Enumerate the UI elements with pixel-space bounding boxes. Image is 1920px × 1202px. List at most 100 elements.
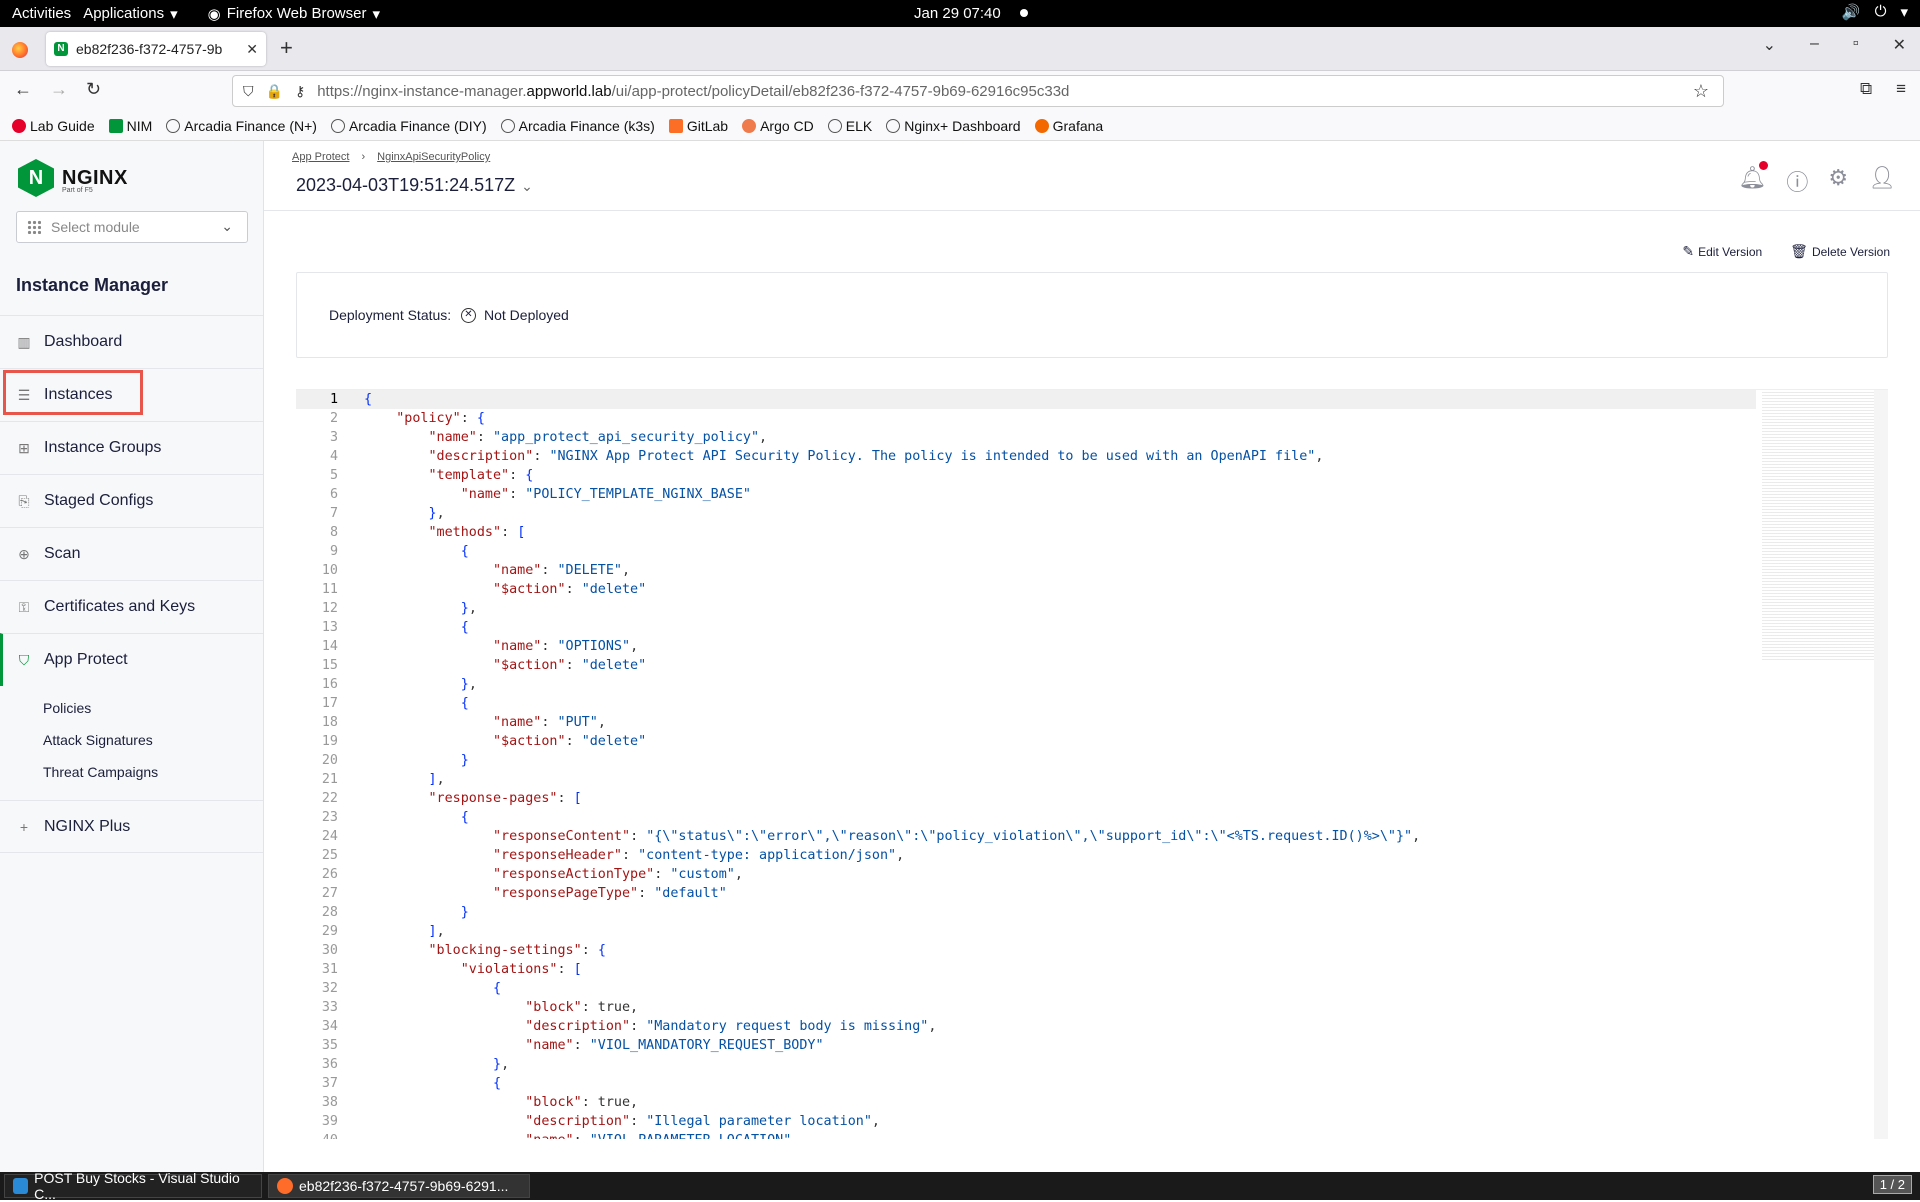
sidebar-item-dashboard[interactable]: ▥ Dashboard bbox=[0, 315, 263, 368]
edit-version-button[interactable]: ✎ Edit Version bbox=[1682, 243, 1762, 260]
code-line[interactable]: 19 "$action": "delete" bbox=[296, 732, 1756, 751]
code-line[interactable]: 39 "description": "Illegal parameter loc… bbox=[296, 1112, 1756, 1131]
code-line[interactable]: 33 "block": true, bbox=[296, 998, 1756, 1017]
code-line[interactable]: 5 "template": { bbox=[296, 466, 1756, 485]
taskbar-firefox[interactable]: eb82f236-f372-4757-9b69-6291... bbox=[268, 1174, 530, 1198]
code-line[interactable]: 23 { bbox=[296, 808, 1756, 827]
list-tabs-icon[interactable]: ⌄ bbox=[1763, 35, 1776, 55]
bookmark-nginx-dashboard[interactable]: Nginx+ Dashboard bbox=[886, 118, 1021, 134]
code-line[interactable]: 10 "name": "DELETE", bbox=[296, 561, 1756, 580]
code-line[interactable]: 6 "name": "POLICY_TEMPLATE_NGINX_BASE" bbox=[296, 485, 1756, 504]
code-line[interactable]: 4 "description": "NGINX App Protect API … bbox=[296, 447, 1756, 466]
code-line[interactable]: 35 "name": "VIOL_MANDATORY_REQUEST_BODY" bbox=[296, 1036, 1756, 1055]
maximize-icon[interactable]: ▫ bbox=[1853, 35, 1859, 55]
new-tab-button[interactable]: + bbox=[280, 35, 293, 61]
sidebar-item-staged-configs[interactable]: ⎘ Staged Configs bbox=[0, 474, 263, 527]
code-line[interactable]: 31 "violations": [ bbox=[296, 960, 1756, 979]
bookmark-grafana[interactable]: Grafana bbox=[1034, 118, 1103, 134]
code-line[interactable]: 16 }, bbox=[296, 675, 1756, 694]
sidebar-item-scan[interactable]: ⊕ Scan bbox=[0, 527, 263, 580]
firefox-view-icon[interactable] bbox=[12, 42, 28, 58]
lock-icon[interactable]: 🔒 bbox=[266, 83, 283, 100]
code-line[interactable]: 21 ], bbox=[296, 770, 1756, 789]
taskbar-vscode[interactable]: POST Buy Stocks - Visual Studio C... bbox=[4, 1170, 262, 1202]
code-line[interactable]: 14 "name": "OPTIONS", bbox=[296, 637, 1756, 656]
version-selector[interactable]: 2023-04-03T19:51:24.517Z ⌄ bbox=[296, 175, 533, 196]
url-bar[interactable]: ⛉ 🔒 ⚷ https://nginx-instance-manager. appwo… bbox=[232, 75, 1724, 107]
code-line[interactable]: 2 "policy": { bbox=[296, 409, 1756, 428]
close-icon[interactable]: ✕ bbox=[246, 41, 258, 58]
activities-button[interactable]: Activities bbox=[12, 5, 71, 22]
code-line[interactable]: 32 { bbox=[296, 979, 1756, 998]
reload-icon[interactable]: ↻ bbox=[86, 79, 101, 100]
code-line[interactable]: 15 "$action": "delete" bbox=[296, 656, 1756, 675]
code-line[interactable]: 36 }, bbox=[296, 1055, 1756, 1074]
code-line[interactable]: 13 { bbox=[296, 618, 1756, 637]
bookmark-elk[interactable]: ELK bbox=[827, 118, 872, 134]
code-line[interactable]: 28 } bbox=[296, 903, 1756, 922]
code-line[interactable]: 17 { bbox=[296, 694, 1756, 713]
gear-icon[interactable]: ⚙ bbox=[1828, 165, 1848, 197]
bookmark-arcadia-nplus[interactable]: Arcadia Finance (N+) bbox=[166, 118, 317, 134]
workspace-pager[interactable]: 1 / 2 bbox=[1872, 1175, 1912, 1194]
code-line[interactable]: 3 "name": "app_protect_api_security_poli… bbox=[296, 428, 1756, 447]
shield-icon[interactable]: ⛉ bbox=[243, 83, 254, 100]
forward-icon[interactable]: → bbox=[50, 79, 68, 100]
back-icon[interactable]: ← bbox=[14, 79, 32, 100]
applications-menu[interactable]: Applications ▾ bbox=[83, 5, 177, 23]
sidebar-subitem-policies[interactable]: Policies bbox=[0, 692, 263, 724]
code-line[interactable]: 20 } bbox=[296, 751, 1756, 770]
code-line[interactable]: 27 "responsePageType": "default" bbox=[296, 884, 1756, 903]
code-line[interactable]: 38 "block": true, bbox=[296, 1093, 1756, 1112]
sidebar-item-instances[interactable]: ☰ Instances bbox=[0, 368, 263, 421]
editor-minimap[interactable] bbox=[1762, 390, 1874, 660]
code-line[interactable]: 25 "responseHeader": "content-type: appl… bbox=[296, 846, 1756, 865]
close-window-icon[interactable]: ✕ bbox=[1893, 35, 1906, 55]
bookmark-nim[interactable]: NIM bbox=[108, 118, 152, 134]
bookmark-arcadia-k3s[interactable]: Arcadia Finance (k3s) bbox=[500, 118, 655, 134]
browser-app-menu[interactable]: ◉ Firefox Web Browser ▾ bbox=[208, 5, 380, 23]
permissions-icon[interactable]: ⚷ bbox=[295, 83, 305, 100]
clock[interactable]: Jan 29 07:40 bbox=[914, 5, 1001, 22]
code-line[interactable]: 34 "description": "Mandatory request bod… bbox=[296, 1017, 1756, 1036]
sidebar-item-instance-groups[interactable]: ⊞ Instance Groups bbox=[0, 421, 263, 474]
system-tray[interactable]: 🔊 ⏻ ▾ bbox=[1842, 3, 1908, 21]
bell-icon[interactable]: 🔔︎ bbox=[1738, 161, 1769, 197]
sidebar-item-certificates[interactable]: ⚿ Certificates and Keys bbox=[0, 580, 263, 633]
editor-scrollbar[interactable] bbox=[1874, 390, 1888, 1139]
menu-icon[interactable]: ≡ bbox=[1896, 79, 1906, 99]
bookmark-arcadia-diy[interactable]: Arcadia Finance (DIY) bbox=[330, 118, 487, 134]
breadcrumb-policy[interactable]: NginxApiSecurityPolicy bbox=[377, 151, 490, 163]
minimize-icon[interactable]: – bbox=[1810, 35, 1819, 55]
delete-version-button[interactable]: 🗑︎ Delete Version bbox=[1790, 243, 1890, 260]
code-line[interactable]: 30 "blocking-settings": { bbox=[296, 941, 1756, 960]
code-line[interactable]: 8 "methods": [ bbox=[296, 523, 1756, 542]
code-line[interactable]: 9 { bbox=[296, 542, 1756, 561]
bookmark-gitlab[interactable]: GitLab bbox=[668, 118, 728, 134]
code-line[interactable]: 37 { bbox=[296, 1074, 1756, 1093]
extensions-icon[interactable]: ⧉ bbox=[1860, 79, 1872, 99]
sidebar-subitem-attack-signatures[interactable]: Attack Signatures bbox=[0, 724, 263, 756]
sidebar-item-app-protect[interactable]: ⛉ App Protect bbox=[0, 633, 263, 686]
nginx-logo[interactable]: N NGINX Part of F5 bbox=[18, 159, 128, 197]
code-line[interactable]: 26 "responseActionType": "custom", bbox=[296, 865, 1756, 884]
module-select[interactable]: Select module ⌄ bbox=[16, 211, 248, 243]
code-line[interactable]: 18 "name": "PUT", bbox=[296, 713, 1756, 732]
policy-code-editor[interactable]: 1{2 "policy": {3 "name": "app_protect_ap… bbox=[296, 389, 1888, 1139]
help-icon[interactable]: ⓘ bbox=[1786, 165, 1808, 197]
code-line[interactable]: 1{ bbox=[296, 390, 1756, 409]
sidebar-item-nginx-plus[interactable]: + NGINX Plus bbox=[0, 800, 263, 853]
bookmark-argocd[interactable]: Argo CD bbox=[742, 118, 814, 134]
breadcrumb-app-protect[interactable]: App Protect bbox=[292, 151, 349, 163]
code-line[interactable]: 11 "$action": "delete" bbox=[296, 580, 1756, 599]
code-line[interactable]: 24 "responseContent": "{\"status\":\"err… bbox=[296, 827, 1756, 846]
code-line[interactable]: 40 "name": "VIOL_PARAMETER_LOCATION" bbox=[296, 1131, 1756, 1139]
bookmark-star-icon[interactable]: ☆ bbox=[1693, 81, 1709, 102]
code-line[interactable]: 22 "response-pages": [ bbox=[296, 789, 1756, 808]
user-icon[interactable]: 👤︎ bbox=[1868, 165, 1896, 197]
code-line[interactable]: 12 }, bbox=[296, 599, 1756, 618]
sidebar-subitem-threat-campaigns[interactable]: Threat Campaigns bbox=[0, 756, 263, 788]
code-line[interactable]: 29 ], bbox=[296, 922, 1756, 941]
browser-tab[interactable]: N eb82f236-f372-4757-9b ✕ bbox=[46, 32, 266, 66]
code-line[interactable]: 7 }, bbox=[296, 504, 1756, 523]
